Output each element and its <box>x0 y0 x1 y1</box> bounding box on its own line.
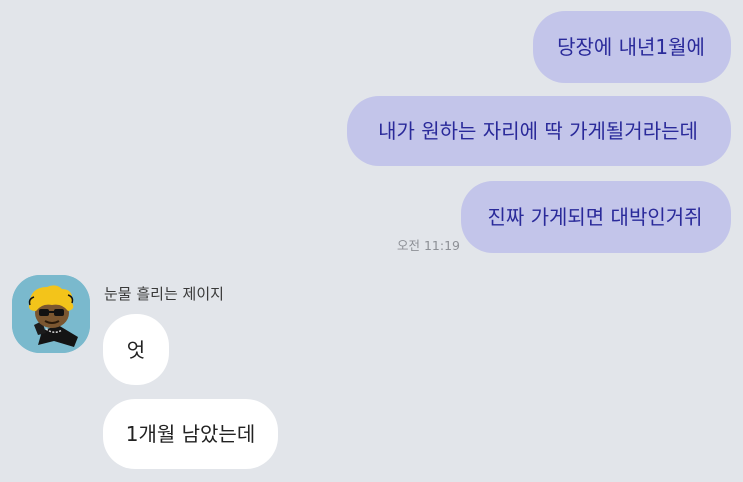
sender-name: 눈물 흘리는 제이지 <box>104 285 224 303</box>
message-timestamp: 오전 11:19 <box>397 238 460 253</box>
message-text: 진짜 가게되면 대박인거쥐 <box>487 205 703 229</box>
message-text: 내가 원하는 자리에 딱 가게될거라는데 <box>378 119 698 143</box>
message-text: 1개월 남았는데 <box>125 422 256 446</box>
message-text: 엇 <box>126 337 146 362</box>
message-text: 당장에 내년1월에 <box>557 35 705 59</box>
incoming-message-bubble[interactable]: 엇 <box>103 314 169 385</box>
character-avatar-icon <box>12 275 90 353</box>
chat-area: 당장에 내년1월에 내가 원하는 자리에 딱 가게될거라는데 오전 11:19 … <box>0 0 743 482</box>
outgoing-message-bubble[interactable]: 내가 원하는 자리에 딱 가게될거라는데 <box>347 96 731 166</box>
outgoing-message-bubble[interactable]: 당장에 내년1월에 <box>533 11 731 83</box>
outgoing-message-bubble[interactable]: 진짜 가게되면 대박인거쥐 <box>461 181 731 253</box>
incoming-message-bubble[interactable]: 1개월 남았는데 <box>103 399 278 469</box>
sender-avatar[interactable] <box>12 275 90 353</box>
